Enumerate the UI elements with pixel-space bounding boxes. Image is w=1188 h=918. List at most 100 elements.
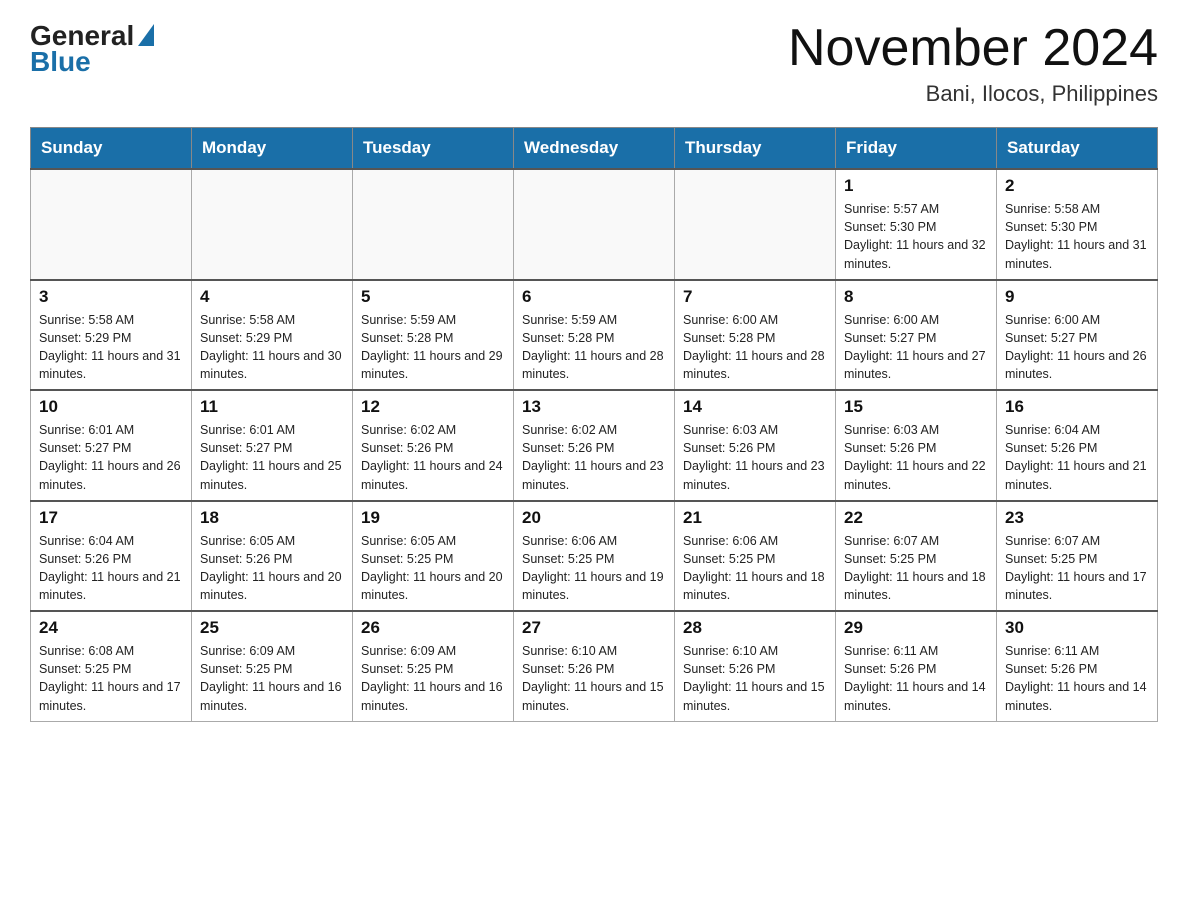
location-text: Bani, Ilocos, Philippines	[788, 81, 1158, 107]
day-number: 23	[1005, 508, 1149, 528]
day-number: 4	[200, 287, 344, 307]
day-number: 16	[1005, 397, 1149, 417]
day-number: 21	[683, 508, 827, 528]
calendar-cell: 9 Sunrise: 6:00 AMSunset: 5:27 PMDaylight…	[997, 280, 1158, 391]
calendar-cell: 20 Sunrise: 6:06 AMSunset: 5:25 PMDayligh…	[514, 501, 675, 612]
day-info: Sunrise: 5:58 AMSunset: 5:30 PMDaylight:…	[1005, 200, 1149, 273]
day-info: Sunrise: 6:02 AMSunset: 5:26 PMDaylight:…	[522, 421, 666, 494]
day-info: Sunrise: 5:59 AMSunset: 5:28 PMDaylight:…	[361, 311, 505, 384]
day-info: Sunrise: 6:05 AMSunset: 5:26 PMDaylight:…	[200, 532, 344, 605]
calendar-cell	[353, 169, 514, 280]
calendar-cell: 26Sunrise: 6:09 AMSunset: 5:25 PMDayligh…	[353, 611, 514, 721]
calendar-week-row: 24 Sunrise: 6:08 AMSunset: 5:25 PMDayligh…	[31, 611, 1158, 721]
calendar-cell: 21Sunrise: 6:06 AMSunset: 5:25 PMDayligh…	[675, 501, 836, 612]
calendar-cell: 25Sunrise: 6:09 AMSunset: 5:25 PMDayligh…	[192, 611, 353, 721]
day-info: Sunrise: 6:07 AMSunset: 5:25 PMDaylight:…	[1005, 532, 1149, 605]
calendar-cell: 2 Sunrise: 5:58 AMSunset: 5:30 PMDaylight…	[997, 169, 1158, 280]
calendar-cell: 17 Sunrise: 6:04 AMSunset: 5:26 PMDayligh…	[31, 501, 192, 612]
calendar-cell: 3 Sunrise: 5:58 AMSunset: 5:29 PMDaylight…	[31, 280, 192, 391]
day-number: 11	[200, 397, 344, 417]
day-info: Sunrise: 6:01 AMSunset: 5:27 PMDaylight:…	[39, 421, 183, 494]
day-info: Sunrise: 6:00 AMSunset: 5:27 PMDaylight:…	[1005, 311, 1149, 384]
day-info: Sunrise: 6:04 AMSunset: 5:26 PMDaylight:…	[1005, 421, 1149, 494]
calendar-cell	[514, 169, 675, 280]
day-number: 26	[361, 618, 505, 638]
calendar-cell: 12 Sunrise: 6:02 AMSunset: 5:26 PMDayligh…	[353, 390, 514, 501]
calendar-cell: 24 Sunrise: 6:08 AMSunset: 5:25 PMDayligh…	[31, 611, 192, 721]
logo: General Blue	[30, 20, 154, 78]
day-info: Sunrise: 6:11 AMSunset: 5:26 PMDaylight:…	[844, 642, 988, 715]
calendar-cell: 19 Sunrise: 6:05 AMSunset: 5:25 PMDayligh…	[353, 501, 514, 612]
day-info: Sunrise: 6:08 AMSunset: 5:25 PMDaylight:…	[39, 642, 183, 715]
day-number: 15	[844, 397, 988, 417]
calendar-cell: 18 Sunrise: 6:05 AMSunset: 5:26 PMDayligh…	[192, 501, 353, 612]
day-info: Sunrise: 5:58 AMSunset: 5:29 PMDaylight:…	[39, 311, 183, 384]
day-info: Sunrise: 6:10 AMSunset: 5:26 PMDaylight:…	[683, 642, 827, 715]
day-number: 19	[361, 508, 505, 528]
day-number: 20	[522, 508, 666, 528]
calendar-cell	[675, 169, 836, 280]
day-number: 2	[1005, 176, 1149, 196]
calendar-cell	[31, 169, 192, 280]
day-number: 6	[522, 287, 666, 307]
day-info: Sunrise: 6:01 AMSunset: 5:27 PMDaylight:…	[200, 421, 344, 494]
calendar-cell: 1 Sunrise: 5:57 AMSunset: 5:30 PMDaylight…	[836, 169, 997, 280]
day-number: 24	[39, 618, 183, 638]
calendar-cell: 5Sunrise: 5:59 AMSunset: 5:28 PMDaylight…	[353, 280, 514, 391]
day-info: Sunrise: 6:11 AMSunset: 5:26 PMDaylight:…	[1005, 642, 1149, 715]
calendar-cell	[192, 169, 353, 280]
calendar-cell: 15 Sunrise: 6:03 AMSunset: 5:26 PMDayligh…	[836, 390, 997, 501]
day-info: Sunrise: 5:58 AMSunset: 5:29 PMDaylight:…	[200, 311, 344, 384]
calendar-cell: 8 Sunrise: 6:00 AMSunset: 5:27 PMDaylight…	[836, 280, 997, 391]
header-wednesday: Wednesday	[514, 128, 675, 170]
calendar-week-row: 1 Sunrise: 5:57 AMSunset: 5:30 PMDaylight…	[31, 169, 1158, 280]
day-number: 28	[683, 618, 827, 638]
header-tuesday: Tuesday	[353, 128, 514, 170]
calendar-week-row: 10 Sunrise: 6:01 AMSunset: 5:27 PMDayligh…	[31, 390, 1158, 501]
header-sunday: Sunday	[31, 128, 192, 170]
day-number: 3	[39, 287, 183, 307]
calendar-cell: 10 Sunrise: 6:01 AMSunset: 5:27 PMDayligh…	[31, 390, 192, 501]
calendar-week-row: 17 Sunrise: 6:04 AMSunset: 5:26 PMDayligh…	[31, 501, 1158, 612]
logo-triangle-icon	[138, 24, 154, 46]
calendar-cell: 28 Sunrise: 6:10 AMSunset: 5:26 PMDayligh…	[675, 611, 836, 721]
calendar-cell: 13 Sunrise: 6:02 AMSunset: 5:26 PMDayligh…	[514, 390, 675, 501]
calendar-cell: 11 Sunrise: 6:01 AMSunset: 5:27 PMDayligh…	[192, 390, 353, 501]
day-number: 9	[1005, 287, 1149, 307]
calendar-cell: 23 Sunrise: 6:07 AMSunset: 5:25 PMDayligh…	[997, 501, 1158, 612]
day-info: Sunrise: 6:04 AMSunset: 5:26 PMDaylight:…	[39, 532, 183, 605]
day-number: 13	[522, 397, 666, 417]
day-number: 29	[844, 618, 988, 638]
calendar-cell: 14Sunrise: 6:03 AMSunset: 5:26 PMDayligh…	[675, 390, 836, 501]
day-number: 7	[683, 287, 827, 307]
calendar-week-row: 3 Sunrise: 5:58 AMSunset: 5:29 PMDaylight…	[31, 280, 1158, 391]
day-info: Sunrise: 6:06 AMSunset: 5:25 PMDaylight:…	[522, 532, 666, 605]
logo-blue-text: Blue	[30, 46, 91, 78]
day-number: 30	[1005, 618, 1149, 638]
day-number: 25	[200, 618, 344, 638]
day-info: Sunrise: 6:02 AMSunset: 5:26 PMDaylight:…	[361, 421, 505, 494]
header-saturday: Saturday	[997, 128, 1158, 170]
day-number: 18	[200, 508, 344, 528]
calendar-cell: 16 Sunrise: 6:04 AMSunset: 5:26 PMDayligh…	[997, 390, 1158, 501]
header-monday: Monday	[192, 128, 353, 170]
day-number: 10	[39, 397, 183, 417]
day-number: 1	[844, 176, 988, 196]
day-info: Sunrise: 6:00 AMSunset: 5:27 PMDaylight:…	[844, 311, 988, 384]
day-info: Sunrise: 6:05 AMSunset: 5:25 PMDaylight:…	[361, 532, 505, 605]
day-info: Sunrise: 6:07 AMSunset: 5:25 PMDaylight:…	[844, 532, 988, 605]
calendar-cell: 6Sunrise: 5:59 AMSunset: 5:28 PMDaylight…	[514, 280, 675, 391]
day-number: 17	[39, 508, 183, 528]
day-info: Sunrise: 6:10 AMSunset: 5:26 PMDaylight:…	[522, 642, 666, 715]
month-title: November 2024	[788, 20, 1158, 77]
day-number: 8	[844, 287, 988, 307]
calendar-table: Sunday Monday Tuesday Wednesday Thursday…	[30, 127, 1158, 722]
calendar-cell: 27Sunrise: 6:10 AMSunset: 5:26 PMDayligh…	[514, 611, 675, 721]
calendar-cell: 22 Sunrise: 6:07 AMSunset: 5:25 PMDayligh…	[836, 501, 997, 612]
day-info: Sunrise: 5:57 AMSunset: 5:30 PMDaylight:…	[844, 200, 988, 273]
page-header: General Blue November 2024 Bani, Ilocos,…	[30, 20, 1158, 107]
header-friday: Friday	[836, 128, 997, 170]
day-number: 12	[361, 397, 505, 417]
day-number: 22	[844, 508, 988, 528]
day-info: Sunrise: 6:03 AMSunset: 5:26 PMDaylight:…	[844, 421, 988, 494]
